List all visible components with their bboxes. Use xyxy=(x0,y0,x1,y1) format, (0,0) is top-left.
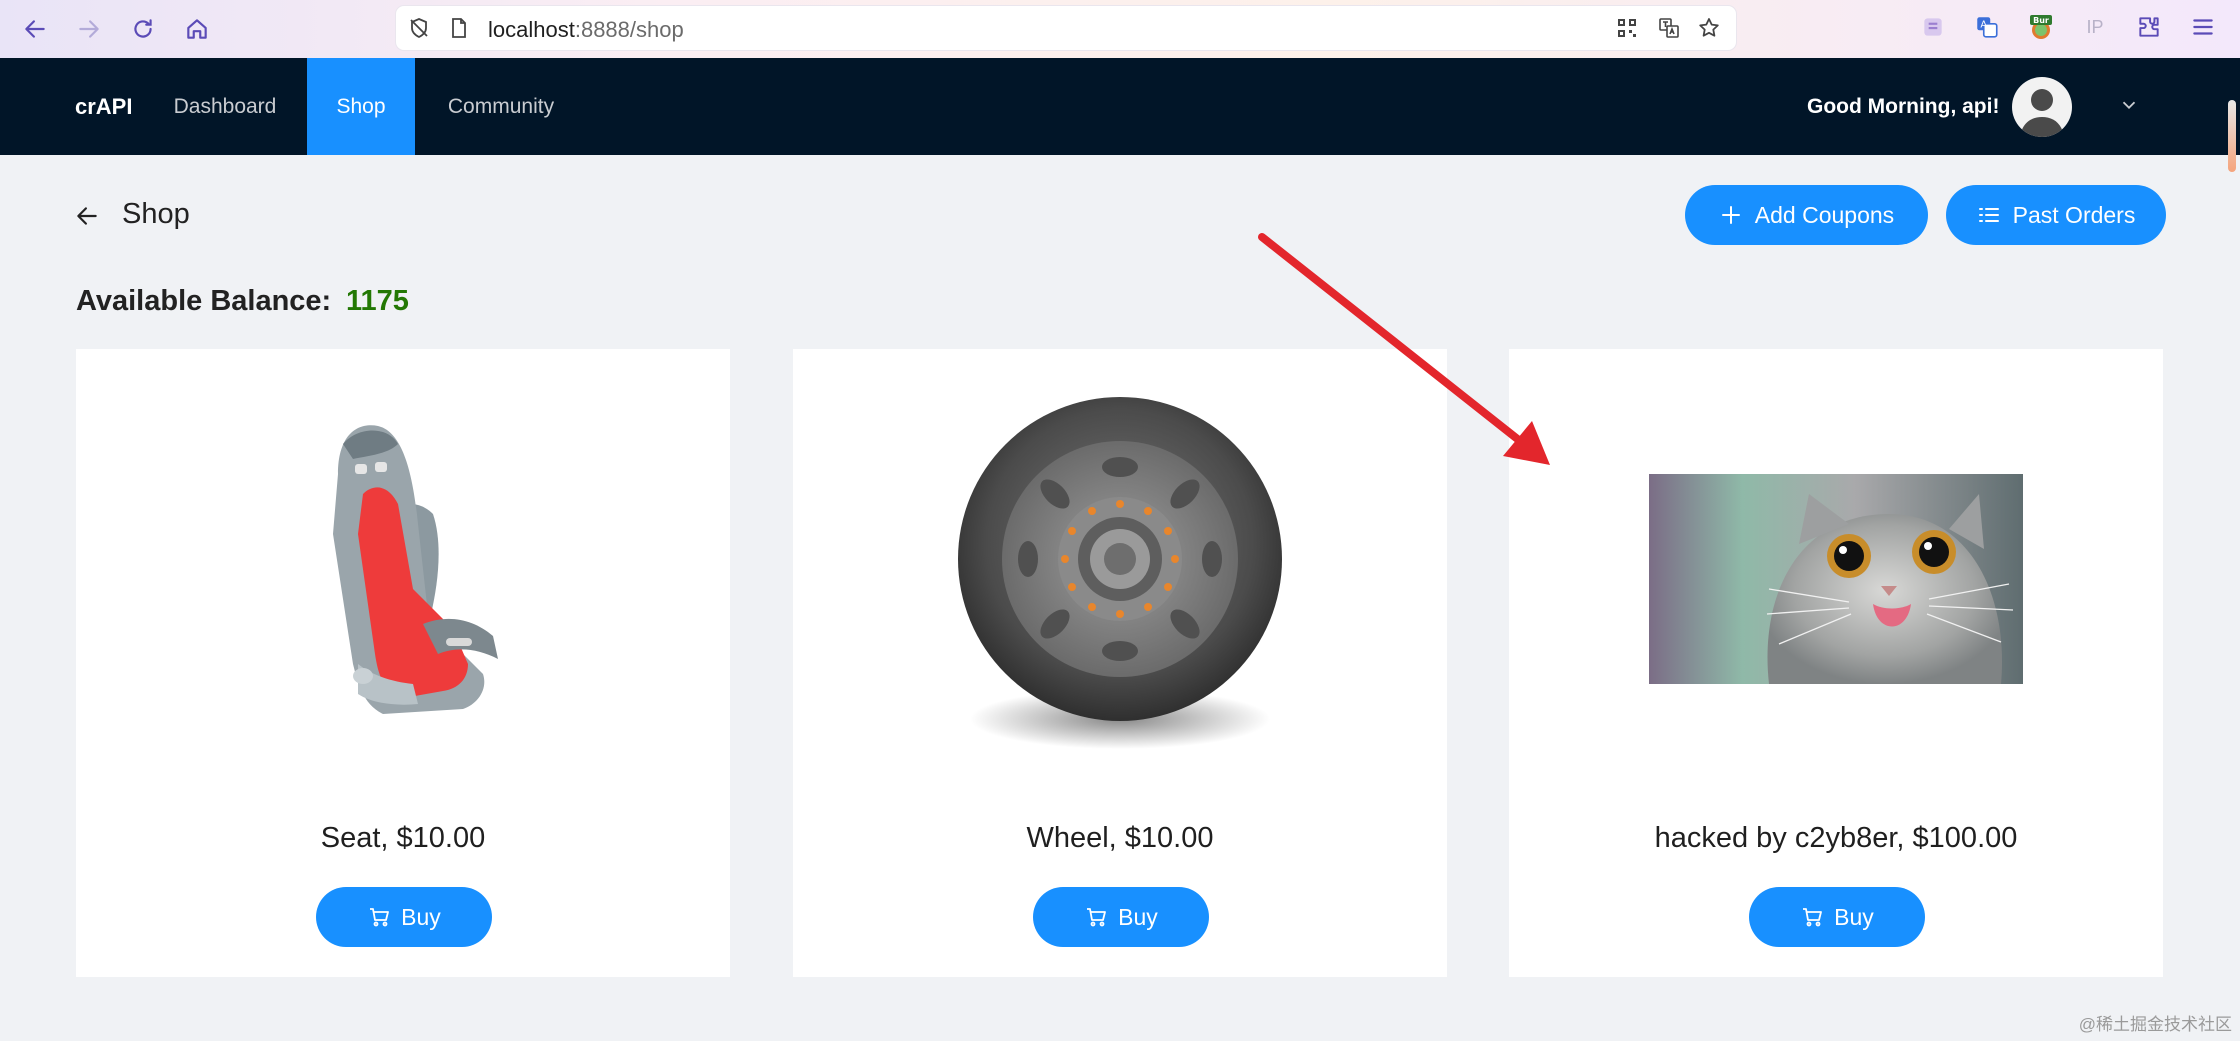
product-label-hacked: hacked by c2yb8er, $100.00 xyxy=(1654,822,2018,854)
annotation-arrow xyxy=(1258,233,1550,465)
tracking-shield-icon[interactable] xyxy=(406,15,432,41)
url-text: localhost:8888/shop xyxy=(488,17,684,42)
buy-label: Buy xyxy=(1834,903,1874,930)
buy-button-hacked[interactable]: Buy xyxy=(1749,887,1925,947)
buy-label: Buy xyxy=(401,903,441,930)
browser-toolbar: localhost:8888/shop A Bur IP xyxy=(0,0,2240,59)
product-image-seat xyxy=(76,349,730,799)
product-card-hacked: hacked by c2yb8er, $100.00 Buy xyxy=(1509,349,2163,977)
product-label-wheel: Wheel, $10.00 xyxy=(1026,822,1214,854)
nav-dashboard[interactable]: Dashboard xyxy=(168,58,282,155)
page-title: Shop xyxy=(122,198,190,230)
extension-translate-icon[interactable]: A xyxy=(1972,12,2002,42)
cat-image xyxy=(1649,474,2023,684)
past-orders-button[interactable]: Past Orders xyxy=(1946,185,2166,245)
cart-icon xyxy=(1803,908,1823,927)
seat-image xyxy=(333,425,498,714)
scrollbar[interactable] xyxy=(2228,100,2236,172)
balance-label: Available Balance: xyxy=(76,285,332,317)
product-image-cat xyxy=(1509,349,2163,799)
brand-logo[interactable]: crAPI xyxy=(75,58,132,155)
buy-label: Buy xyxy=(1118,903,1158,930)
cart-icon xyxy=(370,908,390,927)
list-icon xyxy=(1978,208,1999,222)
product-card-seat: Seat, $10.00 Buy xyxy=(76,349,730,977)
back-icon[interactable] xyxy=(18,12,52,46)
address-bar[interactable]: localhost:8888/shop xyxy=(396,6,1736,50)
wheel-image xyxy=(958,397,1282,749)
greeting-text: Good Morning, api! xyxy=(1807,95,2000,118)
chevron-down-icon[interactable] xyxy=(2118,94,2140,116)
qr-code-icon[interactable] xyxy=(1614,15,1640,41)
svg-text:A: A xyxy=(1980,20,1987,31)
back-arrow-icon[interactable] xyxy=(74,203,100,229)
svg-text:Bur: Bur xyxy=(2033,16,2049,25)
bookmark-star-icon[interactable] xyxy=(1696,15,1722,41)
app-header: crAPI Dashboard Shop Community Good Morn… xyxy=(0,58,2240,155)
balance-value: 1175 xyxy=(346,285,409,317)
extension-burp-icon[interactable]: Bur xyxy=(2026,12,2056,42)
nav-shop[interactable]: Shop xyxy=(307,58,415,155)
nav-community[interactable]: Community xyxy=(440,58,562,155)
cart-icon xyxy=(1087,908,1107,927)
product-label-seat: Seat, $10.00 xyxy=(320,822,486,854)
home-icon[interactable] xyxy=(180,12,214,46)
reload-icon[interactable] xyxy=(126,12,160,46)
forward-icon[interactable] xyxy=(72,12,106,46)
plus-icon xyxy=(1721,206,1740,224)
watermark: @稀土掘金技术社区 xyxy=(2078,1015,2232,1034)
add-coupons-label: Add Coupons xyxy=(1754,201,1895,228)
avatar[interactable] xyxy=(2012,77,2072,137)
translate-icon[interactable] xyxy=(1656,15,1682,41)
add-coupons-button[interactable]: Add Coupons xyxy=(1685,185,1928,245)
page-info-icon[interactable] xyxy=(446,15,472,41)
buy-button-seat[interactable]: Buy xyxy=(316,887,492,947)
browser-menu-icon[interactable] xyxy=(2188,12,2218,42)
buy-button-wheel[interactable]: Buy xyxy=(1033,887,1209,947)
extension-reader-icon[interactable] xyxy=(1918,12,1948,42)
extension-ip-icon[interactable]: IP xyxy=(2080,12,2110,42)
past-orders-label: Past Orders xyxy=(2012,201,2136,228)
extensions-puzzle-icon[interactable] xyxy=(2134,12,2164,42)
